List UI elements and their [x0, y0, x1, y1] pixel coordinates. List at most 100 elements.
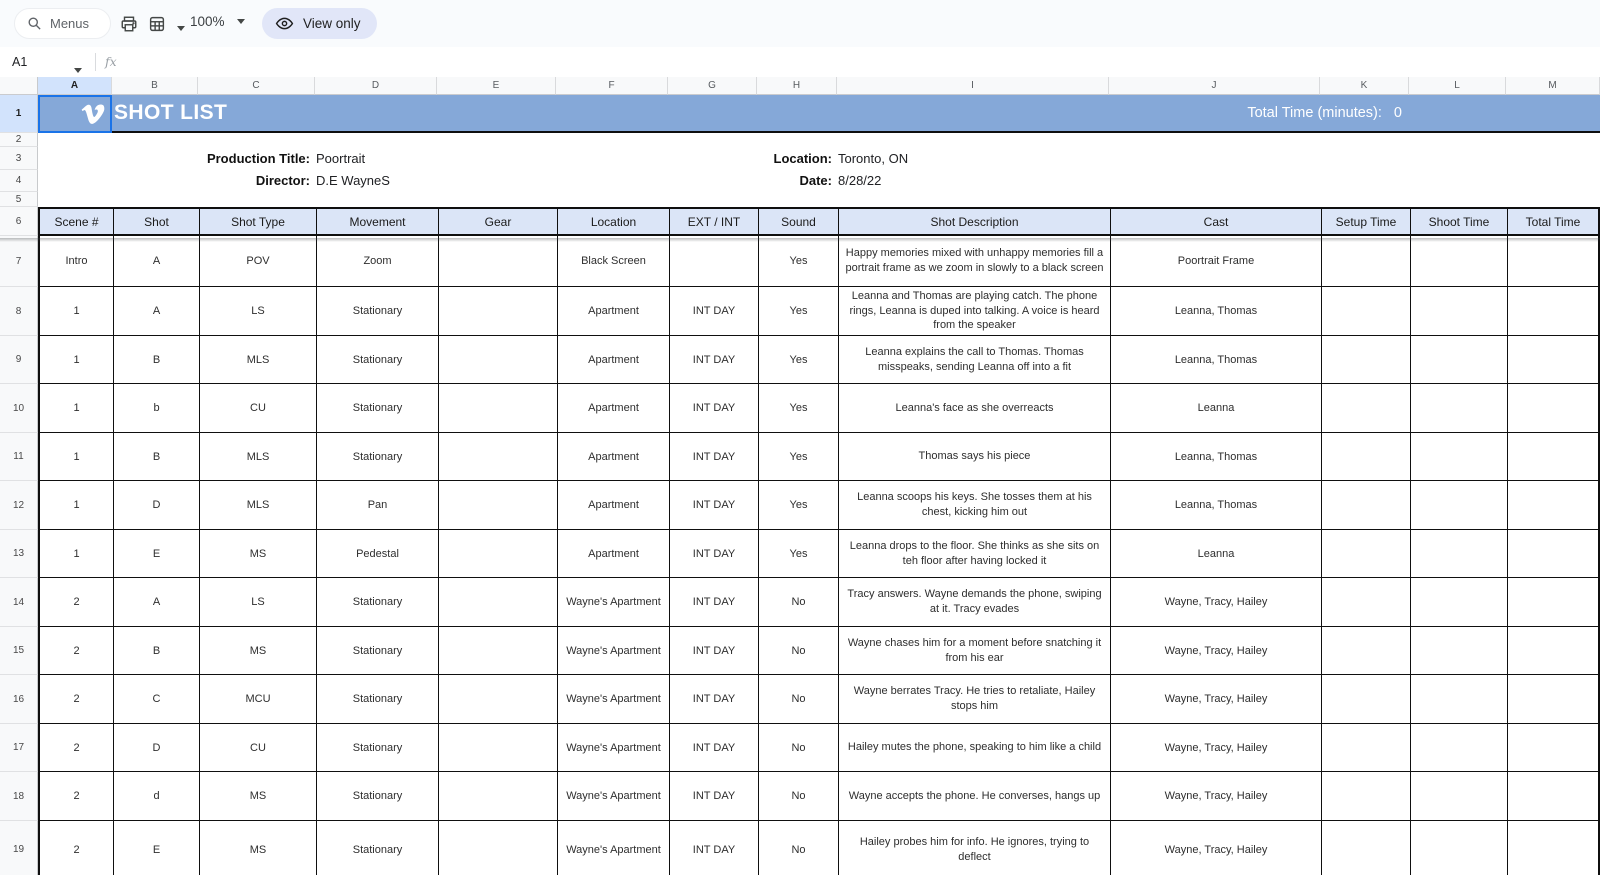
table-cell[interactable]: Poortrait Frame: [1111, 236, 1322, 287]
column-header-G[interactable]: G: [668, 77, 757, 95]
column-header-F[interactable]: F: [556, 77, 668, 95]
table-cell[interactable]: MLS: [200, 433, 317, 481]
table-cell[interactable]: [1508, 627, 1598, 675]
row-header-6[interactable]: 6: [0, 207, 38, 236]
table-cell[interactable]: d: [114, 772, 200, 821]
table-cell[interactable]: [439, 724, 558, 772]
table-cell[interactable]: 1: [40, 530, 114, 578]
table-cell[interactable]: Apartment: [558, 336, 670, 384]
table-cell[interactable]: [1322, 433, 1411, 481]
table-cell[interactable]: A: [114, 578, 200, 627]
name-box[interactable]: A1: [12, 47, 27, 77]
table-cell[interactable]: Wayne's Apartment: [558, 675, 670, 724]
table-cell[interactable]: 1: [40, 433, 114, 481]
table-cell[interactable]: [1508, 384, 1598, 433]
table-cell[interactable]: Black Screen: [558, 236, 670, 287]
table-cell[interactable]: D: [114, 481, 200, 530]
row-header-17[interactable]: 17: [0, 724, 38, 772]
table-cell[interactable]: 2: [40, 772, 114, 821]
table-cell[interactable]: 2: [40, 724, 114, 772]
select-all-corner[interactable]: [0, 77, 38, 95]
table-cell[interactable]: [439, 287, 558, 336]
table-cell[interactable]: [1411, 481, 1508, 530]
table-header-cell[interactable]: Cast: [1111, 209, 1322, 236]
print-icon[interactable]: [120, 15, 138, 33]
table-cell[interactable]: E: [114, 821, 200, 875]
table-cell[interactable]: 2: [40, 578, 114, 627]
row-header-19[interactable]: 19: [0, 821, 38, 875]
table-header-cell[interactable]: Scene #: [40, 209, 114, 236]
column-header-K[interactable]: K: [1320, 77, 1409, 95]
table-cell[interactable]: POV: [200, 236, 317, 287]
table-header-cell[interactable]: Total Time: [1508, 209, 1598, 236]
table-cell[interactable]: Leanna scoops his keys. She tosses them …: [839, 481, 1111, 530]
table-cell[interactable]: No: [759, 578, 839, 627]
row-header-5[interactable]: 5: [0, 192, 38, 207]
table-cell[interactable]: Leanna: [1111, 384, 1322, 433]
row-header-11[interactable]: 11: [0, 433, 38, 481]
location-label[interactable]: Location:: [774, 147, 833, 170]
table-cell[interactable]: Stationary: [317, 287, 439, 336]
table-cell[interactable]: 1: [40, 287, 114, 336]
table-cell[interactable]: [1411, 724, 1508, 772]
column-header-J[interactable]: J: [1109, 77, 1320, 95]
row-header-4[interactable]: 4: [0, 170, 38, 192]
table-cell[interactable]: D: [114, 724, 200, 772]
table-cell[interactable]: Tracy answers. Wayne demands the phone, …: [839, 578, 1111, 627]
table-cell[interactable]: [1508, 578, 1598, 627]
table-cell[interactable]: Pedestal: [317, 530, 439, 578]
table-cell[interactable]: [439, 481, 558, 530]
row-header-1[interactable]: 1: [0, 95, 38, 133]
table-cell[interactable]: [1322, 821, 1411, 875]
table-cell[interactable]: Wayne, Tracy, Hailey: [1111, 821, 1322, 875]
table-cell[interactable]: [1508, 481, 1598, 530]
table-cell[interactable]: [1508, 772, 1598, 821]
table-cell[interactable]: b: [114, 384, 200, 433]
table-cell[interactable]: Wayne accepts the phone. He converses, h…: [839, 772, 1111, 821]
table-cell[interactable]: [1322, 772, 1411, 821]
table-cell[interactable]: Leanna explains the call to Thomas. Thom…: [839, 336, 1111, 384]
table-cell[interactable]: INT DAY: [670, 530, 759, 578]
table-cell[interactable]: Wayne berrates Tracy. He tries to retali…: [839, 675, 1111, 724]
table-cell[interactable]: LS: [200, 578, 317, 627]
table-cell[interactable]: Wayne, Tracy, Hailey: [1111, 627, 1322, 675]
table-cell[interactable]: [1322, 675, 1411, 724]
table-cell[interactable]: [1322, 336, 1411, 384]
table-cell[interactable]: Apartment: [558, 481, 670, 530]
table-cell[interactable]: INT DAY: [670, 821, 759, 875]
table-cell[interactable]: MS: [200, 530, 317, 578]
table-format-icon[interactable]: [148, 15, 166, 33]
table-cell[interactable]: Yes: [759, 530, 839, 578]
table-cell[interactable]: Apartment: [558, 530, 670, 578]
table-cell[interactable]: Happy memories mixed with unhappy memori…: [839, 236, 1111, 287]
table-cell[interactable]: [1508, 675, 1598, 724]
table-cell[interactable]: Leanna drops to the floor. She thinks as…: [839, 530, 1111, 578]
table-cell[interactable]: Hailey mutes the phone, speaking to him …: [839, 724, 1111, 772]
table-header-cell[interactable]: Setup Time: [1322, 209, 1411, 236]
table-cell[interactable]: [1508, 724, 1598, 772]
table-header-cell[interactable]: Sound: [759, 209, 839, 236]
table-cell[interactable]: [439, 675, 558, 724]
table-cell[interactable]: No: [759, 675, 839, 724]
table-cell[interactable]: Stationary: [317, 724, 439, 772]
date-label[interactable]: Date:: [799, 169, 832, 192]
table-cell[interactable]: 2: [40, 821, 114, 875]
table-cell[interactable]: [1411, 384, 1508, 433]
table-cell[interactable]: MS: [200, 627, 317, 675]
table-cell[interactable]: Pan: [317, 481, 439, 530]
director-label[interactable]: Director:: [256, 169, 310, 192]
table-cell[interactable]: Wayne's Apartment: [558, 772, 670, 821]
table-cell[interactable]: Yes: [759, 336, 839, 384]
table-cell[interactable]: [1508, 336, 1598, 384]
column-header-L[interactable]: L: [1409, 77, 1506, 95]
production-title-label[interactable]: Production Title:: [207, 147, 310, 170]
table-cell[interactable]: Yes: [759, 384, 839, 433]
table-cell[interactable]: INT DAY: [670, 433, 759, 481]
table-cell[interactable]: Wayne's Apartment: [558, 578, 670, 627]
table-cell[interactable]: No: [759, 724, 839, 772]
table-cell[interactable]: Leanna's face as she overreacts: [839, 384, 1111, 433]
row-header-7[interactable]: 7: [0, 236, 38, 287]
table-cell[interactable]: Apartment: [558, 384, 670, 433]
row-header-10[interactable]: 10: [0, 384, 38, 433]
table-cell[interactable]: [1411, 336, 1508, 384]
